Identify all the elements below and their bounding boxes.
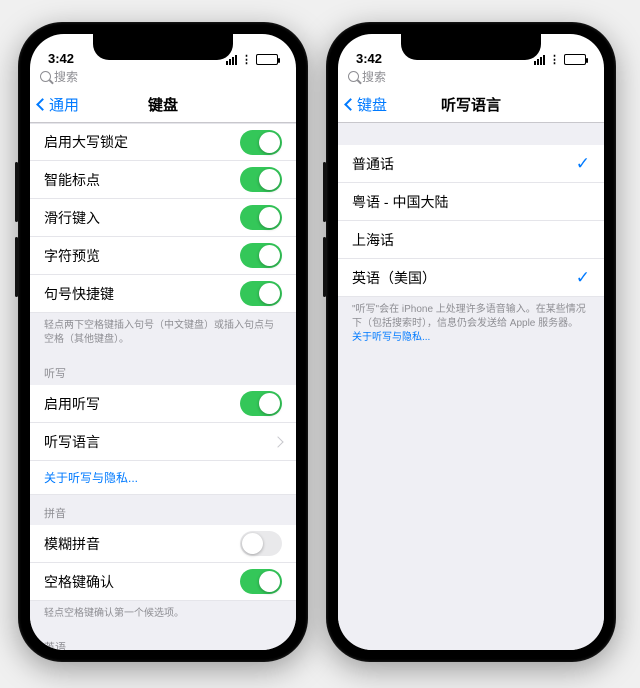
search-label: 搜索	[54, 68, 78, 85]
search-row[interactable]: 搜索	[338, 68, 604, 87]
language-cell[interactable]: 英语（美国） ✓	[338, 259, 604, 297]
language-cell[interactable]: 粤语 - 中国大陆	[338, 183, 604, 221]
toggle-switch[interactable]	[240, 130, 282, 155]
signal-icon	[226, 55, 237, 65]
cell-label: 普通话	[352, 154, 394, 174]
chevron-left-icon	[344, 98, 357, 111]
section-header: 英语	[30, 629, 296, 650]
page-title: 听写语言	[441, 94, 501, 115]
settings-list[interactable]: 启用大写锁定智能标点滑行键入字符预览句号快捷键轻点两下空格键插入句号（中文键盘）…	[30, 123, 296, 650]
chevron-right-icon	[274, 433, 282, 451]
switch-cell: 模糊拼音	[30, 525, 296, 563]
switch-cell: 智能标点	[30, 161, 296, 199]
phone-left: 3:42 ⋮ 搜索 通用 键盘 启用大写锁定智能标点滑行键入字符预览句号快捷键轻…	[18, 22, 308, 662]
privacy-link[interactable]: 关于听写与隐私...	[352, 332, 430, 343]
section-footer: 轻点空格键确认第一个候选项。	[30, 601, 296, 629]
switch-cell: 滑行键入	[30, 199, 296, 237]
wifi-icon: ⋮	[241, 53, 252, 66]
signal-icon	[534, 55, 545, 65]
status-time: 3:42	[48, 51, 74, 66]
toggle-switch[interactable]	[240, 531, 282, 556]
nav-bar: 通用 键盘	[30, 87, 296, 123]
cell-label: 智能标点	[44, 170, 100, 190]
cell-label: 听写语言	[44, 432, 100, 452]
toggle-switch[interactable]	[240, 205, 282, 230]
notch	[93, 34, 233, 60]
search-label: 搜索	[362, 68, 386, 85]
language-list[interactable]: 普通话 ✓ 粤语 - 中国大陆上海话英语（美国） ✓ "听写"会在 iPhone 上处理…	[338, 123, 604, 650]
switch-cell: 字符预览	[30, 237, 296, 275]
switch-cell: 启用听写	[30, 385, 296, 423]
check-icon: ✓	[576, 154, 590, 174]
cell-label: 空格键确认	[44, 572, 114, 592]
chevron-left-icon	[36, 98, 49, 111]
cell-label: 粤语 - 中国大陆	[352, 192, 448, 212]
check-icon: ✓	[576, 268, 590, 288]
cell-label: 启用听写	[44, 394, 100, 414]
toggle-switch[interactable]	[240, 391, 282, 416]
nav-bar: 键盘 听写语言	[338, 87, 604, 123]
stage: 3:42 ⋮ 搜索 通用 键盘 启用大写锁定智能标点滑行键入字符预览句号快捷键轻…	[0, 0, 640, 684]
status-right: ⋮	[226, 53, 278, 66]
section-footer: "听写"会在 iPhone 上处理许多语音输入。在某些情况下（包括搜索时），信息…	[338, 297, 604, 353]
toggle-switch[interactable]	[240, 167, 282, 192]
cell-label: 模糊拼音	[44, 534, 100, 554]
back-label: 通用	[49, 94, 79, 115]
privacy-link-cell[interactable]: 关于听写与隐私...	[30, 461, 296, 495]
cell-label: 启用大写锁定	[44, 132, 128, 152]
cell-label: 上海话	[352, 230, 394, 250]
toggle-switch[interactable]	[240, 281, 282, 306]
section-header: 拼音	[30, 495, 296, 525]
language-cell[interactable]: 上海话	[338, 221, 604, 259]
page-title: 键盘	[148, 94, 178, 115]
section-header: 听写	[30, 355, 296, 385]
search-icon	[348, 71, 359, 82]
toggle-switch[interactable]	[240, 569, 282, 594]
cell-label: 字符预览	[44, 246, 100, 266]
status-right: ⋮	[534, 53, 586, 66]
wifi-icon: ⋮	[549, 53, 560, 66]
nav-cell[interactable]: 听写语言	[30, 423, 296, 461]
language-cell[interactable]: 普通话 ✓	[338, 145, 604, 183]
back-button[interactable]: 通用	[38, 94, 79, 115]
switch-cell: 空格键确认	[30, 563, 296, 601]
battery-icon	[256, 54, 278, 65]
search-icon	[40, 71, 51, 82]
battery-icon	[564, 54, 586, 65]
search-row[interactable]: 搜索	[30, 68, 296, 87]
phone-right: 3:42 ⋮ 搜索 键盘 听写语言 普通话 ✓ 粤语 - 中国大陆上海话英语（美国）…	[326, 22, 616, 662]
screen-right: 3:42 ⋮ 搜索 键盘 听写语言 普通话 ✓ 粤语 - 中国大陆上海话英语（美国）…	[338, 34, 604, 650]
back-button[interactable]: 键盘	[346, 94, 387, 115]
cell-label: 滑行键入	[44, 208, 100, 228]
section-footer: 轻点两下空格键插入句号（中文键盘）或插入句点与空格（其他键盘）。	[30, 313, 296, 355]
screen-left: 3:42 ⋮ 搜索 通用 键盘 启用大写锁定智能标点滑行键入字符预览句号快捷键轻…	[30, 34, 296, 650]
back-label: 键盘	[357, 94, 387, 115]
cell-label: 英语（美国）	[352, 268, 436, 288]
switch-cell: 句号快捷键	[30, 275, 296, 313]
cell-label: 句号快捷键	[44, 284, 114, 304]
switch-cell: 启用大写锁定	[30, 123, 296, 161]
notch	[401, 34, 541, 60]
status-time: 3:42	[356, 51, 382, 66]
toggle-switch[interactable]	[240, 243, 282, 268]
